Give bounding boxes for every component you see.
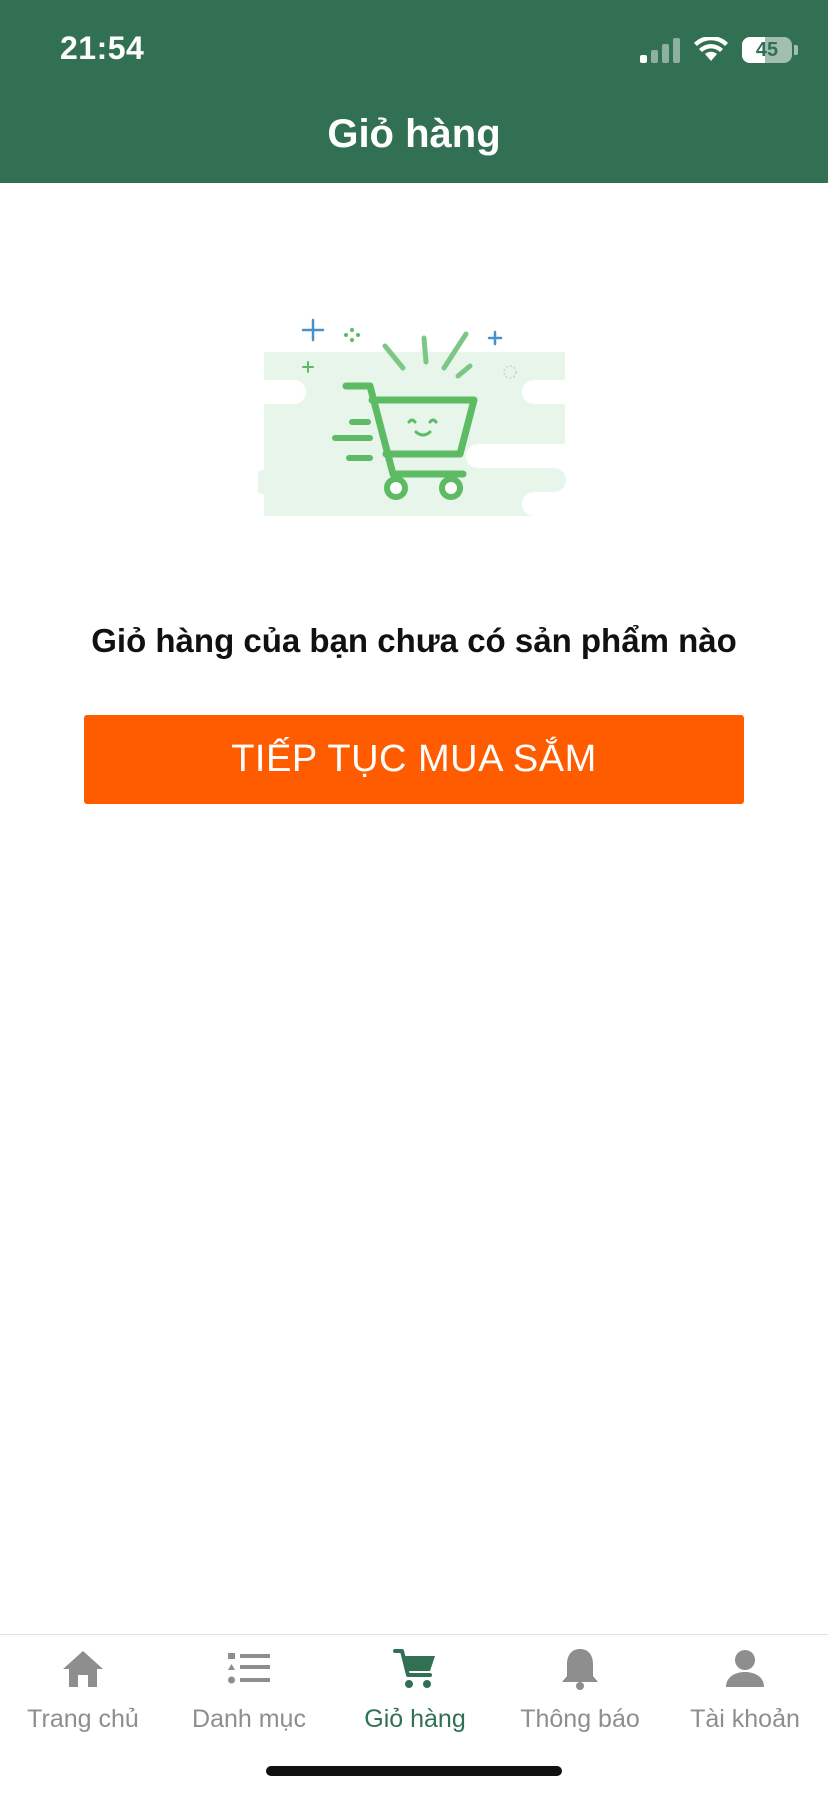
tab-categories-label: Danh mục bbox=[192, 1705, 306, 1733]
wifi-icon bbox=[694, 37, 728, 61]
home-indicator bbox=[266, 1766, 562, 1776]
home-icon bbox=[59, 1645, 107, 1693]
list-icon bbox=[225, 1645, 273, 1693]
user-icon bbox=[721, 1645, 769, 1693]
battery-level: 45 bbox=[755, 38, 779, 61]
tab-account[interactable]: Tài khoản bbox=[662, 1645, 828, 1734]
status-indicators: 45 bbox=[640, 30, 798, 70]
status-time: 21:54 bbox=[60, 30, 145, 66]
cellular-signal-icon bbox=[640, 37, 680, 63]
tab-categories[interactable]: Danh mục bbox=[166, 1645, 332, 1734]
bell-icon bbox=[556, 1645, 604, 1693]
tab-cart[interactable]: Giỏ hàng bbox=[332, 1645, 498, 1734]
page-title: Giỏ hàng bbox=[327, 112, 501, 156]
empty-cart-message: Giỏ hàng của bạn chưa có sản phẩm nào bbox=[91, 622, 737, 659]
tab-account-label: Tài khoản bbox=[690, 1705, 800, 1733]
continue-shopping-button[interactable]: TIẾP TỤC MUA SẮM bbox=[84, 715, 744, 804]
tab-home[interactable]: Trang chủ bbox=[0, 1645, 166, 1734]
cart-icon bbox=[391, 1645, 439, 1693]
tab-cart-label: Giỏ hàng bbox=[364, 1705, 466, 1733]
tab-notifications-label: Thông báo bbox=[520, 1705, 640, 1733]
tab-notifications[interactable]: Thông báo bbox=[497, 1645, 663, 1734]
app-header: 21:54 45 Giỏ hàng bbox=[0, 0, 828, 183]
tab-home-label: Trang chủ bbox=[27, 1705, 139, 1733]
empty-cart-illustration bbox=[258, 318, 566, 516]
battery-icon: 45 bbox=[742, 37, 792, 63]
